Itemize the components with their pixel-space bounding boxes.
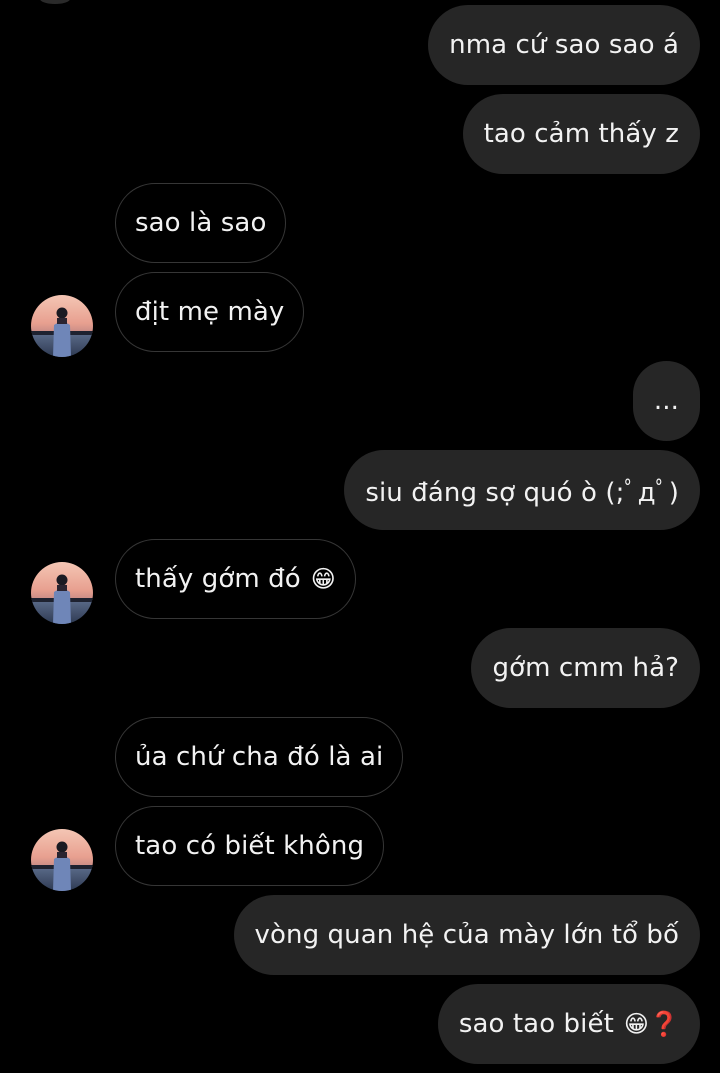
chat-thread: nma cứ sao sao á tao cảm thấy z sao là s… (0, 0, 720, 1073)
incoming-message-bubble[interactable]: địt mẹ mày (115, 272, 305, 352)
message-text: vòng quan hệ của mày lớn tổ bố (254, 920, 679, 950)
outgoing-message-bubble[interactable]: sao tao biết 😁❓ (437, 984, 700, 1064)
outgoing-message-bubble[interactable]: nma cứ sao sao á (428, 5, 700, 85)
message-text: tao cảm thấy z (483, 119, 679, 149)
message-text: thấy gớm đó (135, 564, 301, 594)
message-text: tao có biết không (135, 831, 365, 861)
incoming-message-bubble[interactable]: ủa chứ cha đó là ai (115, 717, 404, 797)
message-text: địt mẹ mày (135, 297, 285, 327)
outgoing-message-bubble[interactable]: siu đáng sợ quó ò (;ﾟдﾟ) (344, 450, 700, 530)
outgoing-message-bubble[interactable]: vòng quan hệ của mày lớn tổ bố (233, 895, 700, 975)
outgoing-message-bubble[interactable]: ... (632, 361, 700, 441)
message-text: sao là sao (135, 208, 267, 238)
previous-avatar-fragment (40, 0, 70, 4)
outgoing-message-bubble[interactable]: gớm cmm hả? (471, 628, 700, 708)
message-text: nma cứ sao sao á (449, 30, 679, 60)
incoming-message-bubble[interactable]: sao là sao (115, 183, 287, 263)
grinning-face-emoji-icon: 😁 (310, 565, 336, 593)
message-text: ủa chứ cha đó là ai (135, 742, 384, 772)
message-text: ... (653, 386, 679, 416)
sender-avatar-icon[interactable] (31, 295, 93, 357)
sender-avatar-icon[interactable] (31, 829, 93, 891)
grinning-face-question-emoji-icon: 😁❓ (623, 1010, 679, 1038)
message-text: sao tao biết (458, 1009, 614, 1039)
message-text: siu đáng sợ quó ò (;ﾟдﾟ) (365, 477, 679, 508)
outgoing-message-bubble[interactable]: tao cảm thấy z (462, 94, 700, 174)
incoming-message-bubble[interactable]: tao có biết không (115, 806, 385, 886)
message-text: gớm cmm hả? (492, 653, 679, 683)
incoming-message-bubble[interactable]: thấy gớm đó 😁 (115, 539, 356, 619)
sender-avatar-icon[interactable] (31, 562, 93, 624)
